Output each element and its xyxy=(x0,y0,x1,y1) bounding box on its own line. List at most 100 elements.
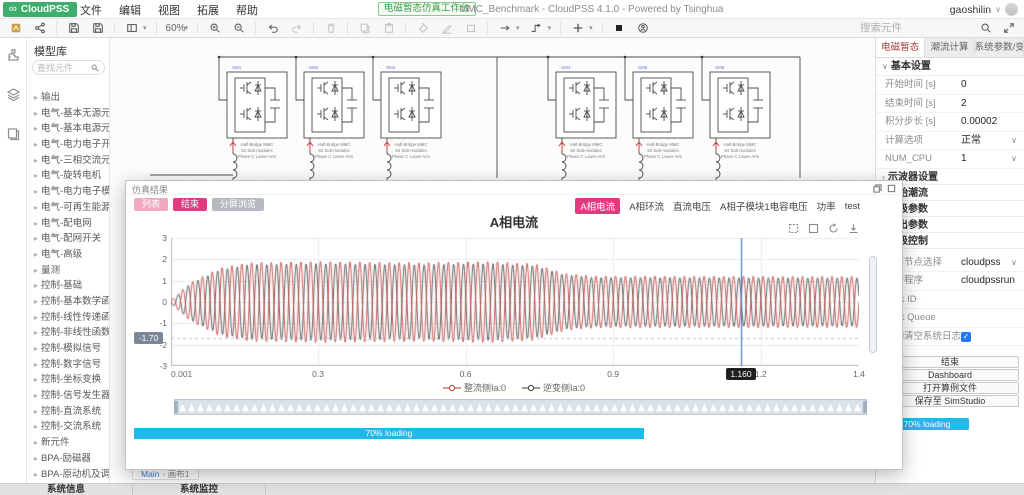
mmc-block[interactable]: SM6Half-Bridge MMC84 Sub-modulesPhase C … xyxy=(701,56,770,180)
sidebar-category[interactable]: ▸新元件 xyxy=(27,435,110,451)
setting-value[interactable]: 2 xyxy=(961,95,967,114)
sidebar-category[interactable]: ▸电气-配网开关 xyxy=(27,231,110,247)
rect-shape-icon[interactable] xyxy=(463,21,478,36)
section-basic-settings[interactable]: ∨基本设置 xyxy=(876,58,1024,76)
simulation-result-window[interactable]: 仿真结果 列表结束分屏浏览 A相电流A相环流直流电压A相子模块1电容电压功率te… xyxy=(125,180,903,470)
paste-icon[interactable] xyxy=(381,21,396,36)
component-search-input[interactable] xyxy=(37,63,91,73)
save-icon[interactable] xyxy=(66,21,81,36)
sidebar-category[interactable]: ▸电气-高级 xyxy=(27,247,110,263)
range-navigator[interactable] xyxy=(174,399,867,415)
plot-tab[interactable]: test xyxy=(845,201,860,212)
y-zoom-slider[interactable] xyxy=(869,256,877,353)
chevron-down-icon[interactable]: ▾ xyxy=(143,24,147,32)
sidebar-category[interactable]: ▸控制-直流系统 xyxy=(27,404,110,420)
plot-tab[interactable]: 直流电压 xyxy=(673,199,711,213)
navigator-canvas[interactable] xyxy=(174,399,867,415)
result-action-button[interactable]: 分屏浏览 xyxy=(212,198,264,211)
sidebar-category[interactable]: ▸BPA-励磁器 xyxy=(27,451,110,467)
window-titlebar[interactable]: 仿真结果 xyxy=(126,181,902,195)
sidebar-category[interactable]: ▸电气-电力电子开关 xyxy=(27,137,110,153)
cloudpss-logo[interactable]: ∞CloudPSS xyxy=(3,2,77,17)
setting-row[interactable]: 计算选项 正常 ∨ xyxy=(876,132,1024,151)
breadcrumb-main[interactable]: Main xyxy=(141,469,159,479)
sidebar-category[interactable]: ▸电气-旋转电机 xyxy=(27,168,110,184)
components-icon[interactable] xyxy=(6,48,21,63)
chevron-down-icon[interactable]: ∨ xyxy=(1011,150,1017,169)
chevron-down-icon[interactable]: ∨ xyxy=(1011,132,1017,151)
save-as-icon[interactable] xyxy=(90,21,105,36)
box-select-icon[interactable] xyxy=(808,223,819,234)
pen-icon[interactable] xyxy=(439,21,454,36)
setting-value[interactable]: 正常 xyxy=(961,132,981,151)
sidebar-category[interactable]: ▸电气-三相交流元件 xyxy=(27,153,110,169)
plot-tab[interactable]: A相环流 xyxy=(629,199,664,213)
search-icon[interactable] xyxy=(978,21,993,36)
sidebar-category[interactable]: ▸电气-可再生能源 xyxy=(27,200,110,216)
setting-value[interactable]: cloudpssrun xyxy=(961,272,1015,291)
chevron-down-icon[interactable]: ∨ xyxy=(1011,254,1017,273)
sidebar-category[interactable]: ▸BPA-原动机及调速器 xyxy=(27,467,110,483)
mmc-block[interactable]: SM2Half-Bridge MMC84 Sub-modulesPhase C … xyxy=(295,56,364,180)
setting-value[interactable]: 0.00002 xyxy=(961,113,997,132)
layers-icon[interactable] xyxy=(6,87,21,102)
chevron-down-icon[interactable]: ▾ xyxy=(548,24,552,32)
sidebar-category[interactable]: ▸控制-基础 xyxy=(27,278,110,294)
sidebar-category[interactable]: ▸控制-坐标变换 xyxy=(27,372,110,388)
plot-tab[interactable]: A相子模块1电容电压 xyxy=(720,199,808,213)
result-action-button[interactable]: 列表 xyxy=(134,198,168,211)
legend-item-inverter[interactable]: 逆变侧Ia:0 xyxy=(522,381,585,394)
sidebar-category[interactable]: ▸电气-基本无源元件 xyxy=(27,106,110,122)
sidebar-category[interactable]: ▸电气-基本电源元件 xyxy=(27,121,110,137)
polyline-icon[interactable] xyxy=(529,21,544,36)
window-restore-icon[interactable] xyxy=(873,184,882,193)
mmc-block[interactable]: SM1Half-Bridge MMC84 Sub-modulesPhase C … xyxy=(218,56,287,180)
fill-icon[interactable] xyxy=(415,21,430,36)
setting-row[interactable]: 积分步长 [s] 0.00002 xyxy=(876,113,1024,132)
zoom-select[interactable]: 60%▾ xyxy=(166,23,189,34)
download-icon[interactable] xyxy=(848,223,859,234)
add-icon[interactable] xyxy=(570,21,585,36)
sidebar-category[interactable]: ▸控制-交流系统 xyxy=(27,419,110,435)
setting-value[interactable]: 1 xyxy=(961,150,967,169)
sidebar-category[interactable]: ▸控制-非线性函数 xyxy=(27,325,110,341)
setting-row[interactable]: NUM_CPU 1 ∨ xyxy=(876,150,1024,169)
theme-icon[interactable] xyxy=(8,21,23,36)
undo-icon[interactable] xyxy=(265,21,280,36)
reset-view-icon[interactable] xyxy=(828,223,839,234)
user-menu[interactable]: gaoshilin ∨ xyxy=(950,0,1018,19)
menu-item[interactable]: 视图 xyxy=(158,2,180,18)
stop-icon[interactable] xyxy=(612,21,627,36)
settings-tab[interactable]: 潮流计算 xyxy=(925,38,974,57)
legend-item-rectifier[interactable]: 整流侧Ia:0 xyxy=(443,381,506,394)
sidebar-category[interactable]: ▸输出 xyxy=(27,90,110,106)
arrow-line-icon[interactable] xyxy=(497,21,512,36)
layout-icon[interactable] xyxy=(124,21,139,36)
statusbar-tab[interactable]: 系统信息 xyxy=(0,484,133,495)
delete-icon[interactable] xyxy=(323,21,338,36)
waveform-canvas[interactable] xyxy=(171,238,859,366)
box-zoom-icon[interactable] xyxy=(788,223,799,234)
settings-tab[interactable]: 电磁暂态 xyxy=(876,38,925,57)
setting-value[interactable]: cloudpss xyxy=(961,254,1000,273)
mmc-block[interactable]: SM3Half-Bridge MMC84 Sub-modulesPhase C … xyxy=(372,56,441,180)
sidebar-category[interactable]: ▸控制-信号发生器 xyxy=(27,388,110,404)
redo-icon[interactable] xyxy=(289,21,304,36)
statusbar-tab[interactable]: 系统监控 xyxy=(133,484,266,495)
menu-item[interactable]: 文件 xyxy=(80,2,102,18)
avatar[interactable] xyxy=(1005,3,1018,16)
copy-icon[interactable] xyxy=(357,21,372,36)
result-action-button[interactable]: 结束 xyxy=(173,198,207,211)
zoom-out-icon[interactable] xyxy=(231,21,246,36)
sidebar-category[interactable]: ▸电气-电力电子模块 xyxy=(27,184,110,200)
waveform-plot[interactable]: 3210-1-2-3 0.0010.30.60.91.21.4 -1.70 1.… xyxy=(171,238,859,366)
menu-item[interactable]: 帮助 xyxy=(236,2,258,18)
chevron-down-icon[interactable]: ▾ xyxy=(516,24,520,32)
mmc-block[interactable]: SM4Half-Bridge MMC84 Sub-modulesPhase C … xyxy=(547,56,616,180)
expand-icon[interactable] xyxy=(1001,21,1016,36)
search-input[interactable] xyxy=(860,22,970,34)
sidebar-category[interactable]: ▸控制-数字信号 xyxy=(27,357,110,373)
sidebar-category[interactable]: ▸控制-线性传递函数 xyxy=(27,310,110,326)
settings-tab[interactable]: 系统参数/变量 xyxy=(975,38,1024,57)
sidebar-category[interactable]: ▸电气-配电网 xyxy=(27,216,110,232)
